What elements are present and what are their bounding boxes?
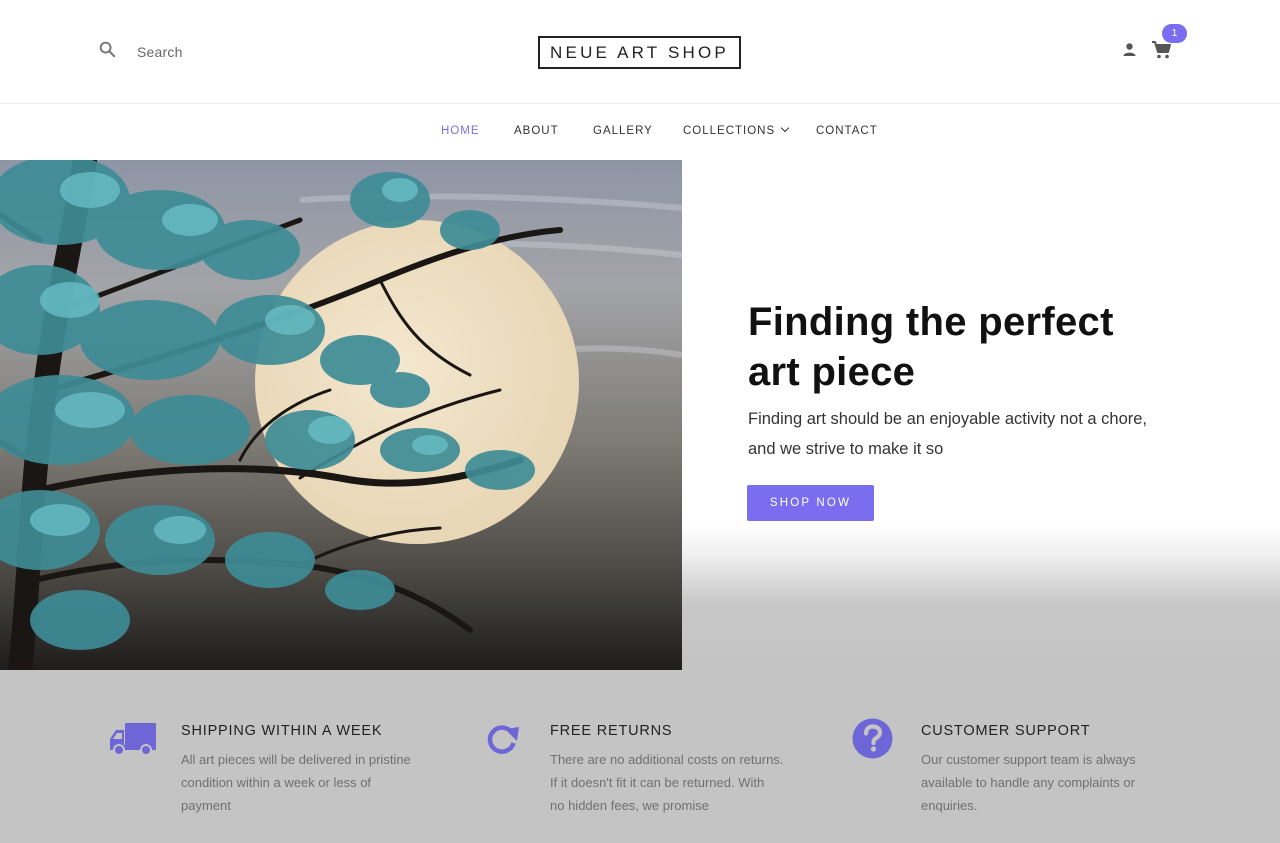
hero-title: Finding the perfect art piece <box>748 297 1228 397</box>
hero-title-line-2: art piece <box>748 350 916 394</box>
nav-item-gallery[interactable]: GALLERY <box>593 125 653 137</box>
main-nav: HOME ABOUT GALLERY COLLECTIONS CONTACT <box>0 105 1280 160</box>
feature-returns-text-line: If it doesn't fit it can be returned. Wi… <box>550 775 765 790</box>
hero-section: Finding the perfect art piece Finding ar… <box>0 160 1280 670</box>
feature-shipping-title: SHIPPING WITHIN A WEEK <box>181 723 383 739</box>
feature-support-title: CUSTOMER SUPPORT <box>921 723 1091 739</box>
cart-count-badge: 1 <box>1162 24 1187 43</box>
refresh-icon <box>485 723 521 760</box>
feature-support-text-line: available to handle any complaints or <box>921 775 1135 790</box>
feature-shipping-text: All art pieces will be delivered in pris… <box>181 748 461 817</box>
search-bar[interactable]: Search <box>98 40 183 64</box>
nav-item-collections-label: COLLECTIONS <box>683 125 776 137</box>
truck-icon <box>109 721 157 762</box>
feature-support-text: Our customer support team is always avai… <box>921 748 1201 817</box>
feature-returns-text-line: There are no additional costs on returns… <box>550 752 784 767</box>
feature-shipping-text-line: payment <box>181 798 231 813</box>
question-icon <box>852 718 893 764</box>
feature-returns-text-line: no hidden fees, we promise <box>550 798 709 813</box>
feature-support-text-line: Our customer support team is always <box>921 752 1136 767</box>
site-header: Search NEUE ART SHOP 1 <box>0 0 1280 104</box>
nav-item-home[interactable]: HOME <box>441 125 480 137</box>
feature-support-text-line: enquiries. <box>921 798 978 813</box>
feature-shipping-text-line: condition within a week or less of <box>181 775 372 790</box>
hero-subtitle-line-2: and we strive to make it so <box>748 440 944 458</box>
hero-subtitle-line-1: Finding art should be an enjoyable activ… <box>748 410 1147 428</box>
hero-subtitle: Finding art should be an enjoyable activ… <box>748 404 1218 464</box>
nav-item-collections[interactable]: COLLECTIONS <box>683 123 790 137</box>
cart-icon[interactable] <box>1151 40 1172 60</box>
feature-returns-title: FREE RETURNS <box>550 723 673 739</box>
feature-returns-text: There are no additional costs on returns… <box>550 748 830 817</box>
search-input[interactable]: Search <box>137 44 183 60</box>
shop-now-button[interactable]: SHOP NOW <box>747 485 874 521</box>
account-icon[interactable] <box>1121 41 1138 58</box>
feature-shipping-text-line: All art pieces will be delivered in pris… <box>181 752 411 767</box>
nav-item-about[interactable]: ABOUT <box>514 125 559 137</box>
hero-painting-image <box>0 160 682 670</box>
nav-item-contact[interactable]: CONTACT <box>816 125 878 137</box>
hero-title-line-1: Finding the perfect <box>748 300 1114 344</box>
search-icon[interactable] <box>98 40 117 64</box>
features-section: SHIPPING WITHIN A WEEK All art pieces wi… <box>0 670 1280 843</box>
site-logo[interactable]: NEUE ART SHOP <box>538 36 741 69</box>
chevron-down-icon <box>780 123 790 133</box>
